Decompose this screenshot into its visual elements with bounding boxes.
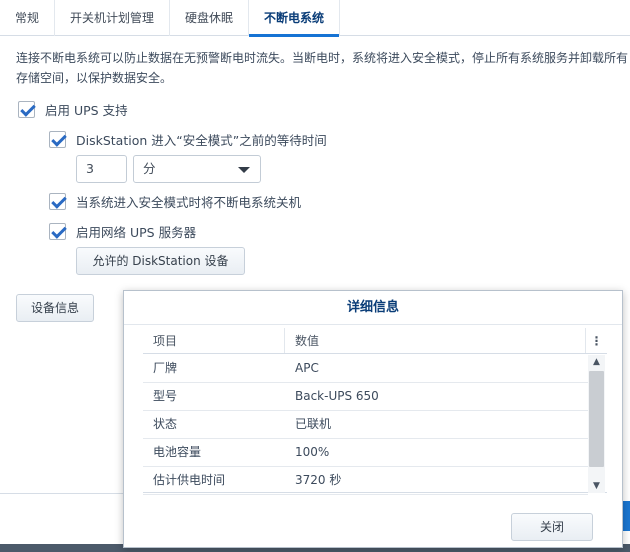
chevron-down-icon — [238, 167, 250, 173]
grid-scrollbar[interactable]: ▲ ▼ — [588, 355, 605, 493]
shutdown-ups-checkbox[interactable] — [49, 192, 66, 210]
scroll-up-icon[interactable]: ▲ — [588, 355, 605, 369]
tab-power-schedule[interactable]: 开关机计划管理 — [55, 0, 171, 36]
row-value: 已联机 — [295, 417, 332, 431]
column-header-value[interactable]: 数值 — [285, 328, 585, 353]
column-menu-icon[interactable]: ⋮ — [585, 328, 607, 353]
details-grid: 项目 数值 ⋮ 厂牌 APC 型号 Back-UPS 650 状态 已联机 电池… — [143, 328, 607, 495]
device-info-button[interactable]: 设备信息 — [16, 294, 94, 322]
wait-unit-select[interactable]: 分 — [133, 155, 261, 183]
close-button[interactable]: 关闭 — [511, 513, 593, 541]
column-header-item[interactable]: 项目 — [143, 328, 285, 353]
row-value: 3720 秒 — [295, 473, 342, 487]
network-ups-label: 启用网络 UPS 服务器 — [76, 224, 197, 240]
row-value: 100% — [295, 445, 330, 459]
enable-ups-checkbox[interactable] — [18, 100, 35, 118]
ups-description: 连接不断电系统可以防止数据在无预警断电时流失。当断电时，系统将进入安全模式，停止… — [16, 51, 629, 85]
row-value: APC — [295, 361, 319, 375]
tab-bar: 常规 开关机计划管理 硬盘休眠 不断电系统 — [0, 0, 630, 37]
dialog-title: 详细信息 — [124, 291, 622, 325]
safe-mode-wait-checkbox[interactable] — [49, 130, 66, 148]
scroll-down-icon[interactable]: ▼ — [588, 479, 605, 493]
enable-ups-option[interactable]: 启用 UPS 支持 — [18, 99, 128, 119]
scroll-thumb[interactable] — [589, 371, 604, 467]
table-row[interactable]: 电池容量 100% — [143, 439, 588, 467]
grid-header: 项目 数值 ⋮ — [143, 328, 607, 354]
shutdown-ups-option[interactable]: 当系统进入安全模式时将不断电系统关机 — [49, 191, 301, 211]
row-item: 电池容量 — [153, 445, 202, 459]
safe-mode-wait-option[interactable]: DiskStation 进入“安全模式”之前的等待时间 — [49, 129, 327, 149]
table-row[interactable]: 估计供电时间 3720 秒 — [143, 467, 588, 495]
row-item: 型号 — [153, 389, 178, 403]
safe-mode-wait-label: DiskStation 进入“安全模式”之前的等待时间 — [76, 132, 327, 148]
network-ups-option[interactable]: 启用网络 UPS 服务器 — [49, 221, 196, 241]
wait-unit-value: 分 — [143, 161, 156, 176]
grid-rows: 厂牌 APC 型号 Back-UPS 650 状态 已联机 电池容量 100% … — [143, 355, 588, 495]
wait-time-input[interactable]: 3 — [76, 155, 127, 183]
row-item: 状态 — [153, 417, 178, 431]
table-row[interactable]: 状态 已联机 — [143, 411, 588, 439]
tab-hdd-hibernation[interactable]: 硬盘休眠 — [170, 0, 250, 36]
details-dialog: 详细信息 项目 数值 ⋮ 厂牌 APC 型号 Back-UPS 650 状态 已… — [123, 290, 623, 548]
network-ups-checkbox[interactable] — [49, 222, 66, 240]
shutdown-ups-label: 当系统进入安全模式时将不断电系统关机 — [76, 194, 302, 210]
row-item: 估计供电时间 — [153, 473, 226, 487]
divider — [0, 493, 124, 494]
table-row[interactable]: 型号 Back-UPS 650 — [143, 383, 588, 411]
tab-general[interactable]: 常规 — [0, 0, 56, 36]
row-item: 厂牌 — [153, 361, 178, 375]
row-value: Back-UPS 650 — [295, 389, 379, 403]
table-row[interactable]: 厂牌 APC — [143, 355, 588, 383]
allowed-devices-button[interactable]: 允许的 DiskStation 设备 — [76, 247, 245, 275]
enable-ups-label: 启用 UPS 支持 — [45, 102, 128, 118]
tab-ups[interactable]: 不断电系统 — [249, 0, 341, 37]
